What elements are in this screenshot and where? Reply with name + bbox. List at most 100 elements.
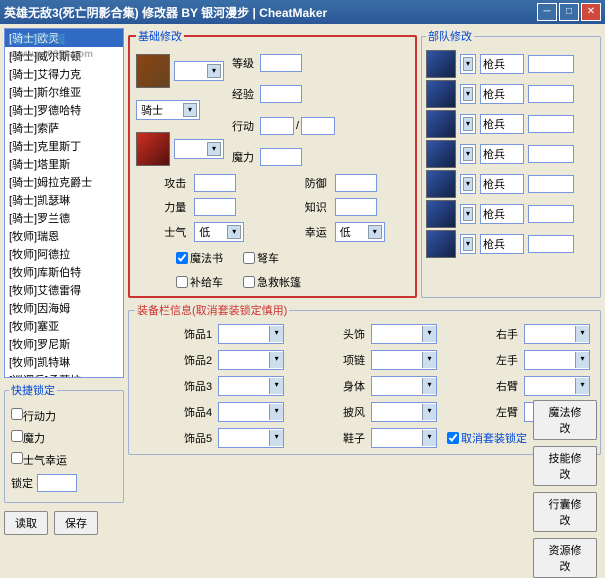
attack-input[interactable] xyxy=(194,174,236,192)
troop-icon xyxy=(426,80,456,108)
equip-combo[interactable]: ▾ xyxy=(218,376,284,396)
hero-list-item[interactable]: [巡逻兵]孟菲拉 xyxy=(5,371,123,378)
exp-input[interactable] xyxy=(260,85,302,103)
hero-list[interactable]: [骑士]欧灵[骑士]威尔斯顿[骑士]艾得力克[骑士]斯尔维亚[骑士]罗德哈特[骑… xyxy=(4,28,124,378)
minimize-button[interactable]: ─ xyxy=(537,3,557,21)
crossbow-check[interactable]: 弩车 xyxy=(243,250,279,266)
troop-dropdown[interactable]: ▾ xyxy=(460,54,476,74)
class-dropdown[interactable]: 骑士▾ xyxy=(136,100,200,120)
magic-input[interactable] xyxy=(260,148,302,166)
action-cur-input[interactable] xyxy=(260,117,294,135)
hero-list-item[interactable]: [骑士]索萨 xyxy=(5,119,123,137)
hero-list-item[interactable]: [牧师]塞亚 xyxy=(5,317,123,335)
troop-count-input[interactable] xyxy=(528,145,574,163)
load-button[interactable]: 读取 xyxy=(4,511,48,535)
troop-icon xyxy=(426,170,456,198)
equip-group: 装备栏信息(取消套装锁定慎用) 饰品1▾头饰▾右手▾饰品2▾项链▾左手▾饰品3▾… xyxy=(128,302,601,455)
troop-count-input[interactable] xyxy=(528,55,574,73)
equip-combo[interactable]: ▾ xyxy=(524,350,590,370)
equip-combo[interactable]: ▾ xyxy=(371,376,437,396)
troop-name: 枪兵 xyxy=(480,174,524,194)
troop-name: 枪兵 xyxy=(480,234,524,254)
quicklock-legend: 快捷锁定 xyxy=(9,382,57,398)
supply-check[interactable]: 补给车 xyxy=(176,274,223,290)
equip-combo[interactable]: ▾ xyxy=(218,402,284,422)
side-button[interactable]: 技能修改 xyxy=(533,446,597,486)
equip-combo[interactable]: ▾ xyxy=(371,350,437,370)
troop-icon xyxy=(426,140,456,168)
troop-icon xyxy=(426,50,456,78)
skill-dropdown[interactable]: ▾ xyxy=(174,139,224,159)
hero-list-item[interactable]: [牧师]瑞恩 xyxy=(5,227,123,245)
luck-dropdown[interactable]: 低▾ xyxy=(335,222,385,242)
hero-list-item[interactable]: [牧师]库斯伯特 xyxy=(5,263,123,281)
troop-dropdown[interactable]: ▾ xyxy=(460,114,476,134)
equip-combo[interactable]: ▾ xyxy=(371,428,437,448)
hero-list-item[interactable]: [骑士]塔里斯 xyxy=(5,155,123,173)
troop-dropdown[interactable]: ▾ xyxy=(460,204,476,224)
troop-dropdown[interactable]: ▾ xyxy=(460,234,476,254)
defense-input[interactable] xyxy=(335,174,377,192)
basic-legend: 基础修改 xyxy=(136,28,184,44)
hero-list-item[interactable]: [牧师]阿德拉 xyxy=(5,245,123,263)
troop-count-input[interactable] xyxy=(528,115,574,133)
troop-dropdown[interactable]: ▾ xyxy=(460,144,476,164)
troop-row: ▾枪兵 xyxy=(426,200,596,228)
skill-portrait xyxy=(136,132,170,166)
equip-combo[interactable]: ▾ xyxy=(524,324,590,344)
troop-count-input[interactable] xyxy=(528,175,574,193)
troop-row: ▾枪兵 xyxy=(426,170,596,198)
troop-count-input[interactable] xyxy=(528,235,574,253)
close-button[interactable]: ✕ xyxy=(581,3,601,21)
knowledge-input[interactable] xyxy=(335,198,377,216)
troop-count-input[interactable] xyxy=(528,85,574,103)
lock-morale-check[interactable]: 士气幸运 xyxy=(11,452,117,468)
troop-name: 枪兵 xyxy=(480,204,524,224)
hero-list-item[interactable]: [骑士]欧灵 xyxy=(5,29,123,47)
hero-list-item[interactable]: [骑士]威尔斯顿 xyxy=(5,47,123,65)
hero-list-item[interactable]: [牧师]艾德雷得 xyxy=(5,281,123,299)
morale-dropdown[interactable]: 低▾ xyxy=(194,222,244,242)
troop-count-input[interactable] xyxy=(528,205,574,223)
troop-dropdown[interactable]: ▾ xyxy=(460,174,476,194)
lock-action-check[interactable]: 行动力 xyxy=(11,408,117,424)
hero-list-item[interactable]: [牧师]凯特琳 xyxy=(5,353,123,371)
troop-name: 枪兵 xyxy=(480,54,524,74)
side-button[interactable]: 魔法修改 xyxy=(533,400,597,440)
portrait-dropdown[interactable]: ▾ xyxy=(174,61,224,81)
equip-combo[interactable]: ▾ xyxy=(524,376,590,396)
hero-list-item[interactable]: [骑士]罗兰德 xyxy=(5,209,123,227)
hero-list-item[interactable]: [骑士]姆拉克爵士 xyxy=(5,173,123,191)
hero-list-item[interactable]: [牧师]罗尼斯 xyxy=(5,335,123,353)
tent-check[interactable]: 急救帐篷 xyxy=(243,274,301,290)
titlebar: 英雄无敌3(死亡阴影合集) 修改器 BY 银河漫步 | CheatMaker ─… xyxy=(0,0,605,24)
hero-list-item[interactable]: [骑士]斯尔维亚 xyxy=(5,83,123,101)
hero-list-item[interactable]: [骑士]罗德哈特 xyxy=(5,101,123,119)
hero-list-item[interactable]: [骑士]艾得力克 xyxy=(5,65,123,83)
quicklock-group: 快捷锁定 行动力 魔力 士气幸运 锁定 xyxy=(4,382,124,503)
equip-legend: 装备栏信息(取消套装锁定慎用) xyxy=(135,302,289,318)
hero-list-item[interactable]: [骑士]凯瑟琳 xyxy=(5,191,123,209)
basic-group: 基础修改 ▾ 骑士▾ ▾ xyxy=(128,28,417,298)
troop-icon xyxy=(426,200,456,228)
side-button[interactable]: 资源修改 xyxy=(533,538,597,578)
hero-list-item[interactable]: [牧师]因海姆 xyxy=(5,299,123,317)
equip-combo[interactable]: ▾ xyxy=(218,428,284,448)
level-input[interactable] xyxy=(260,54,302,72)
spellbook-check[interactable]: 魔法书 xyxy=(176,250,223,266)
equip-combo[interactable]: ▾ xyxy=(371,402,437,422)
troop-icon xyxy=(426,110,456,138)
troop-dropdown[interactable]: ▾ xyxy=(460,84,476,104)
save-button[interactable]: 保存 xyxy=(54,511,98,535)
equip-combo[interactable]: ▾ xyxy=(218,324,284,344)
lock-input[interactable] xyxy=(37,474,77,492)
lock-magic-check[interactable]: 魔力 xyxy=(11,430,117,446)
power-input[interactable] xyxy=(194,198,236,216)
action-max-input[interactable] xyxy=(301,117,335,135)
equip-combo[interactable]: ▾ xyxy=(371,324,437,344)
equip-combo[interactable]: ▾ xyxy=(218,350,284,370)
hero-list-item[interactable]: [骑士]克里斯丁 xyxy=(5,137,123,155)
lock-row: 锁定 xyxy=(11,474,117,492)
maximize-button[interactable]: □ xyxy=(559,3,579,21)
side-button[interactable]: 行囊修改 xyxy=(533,492,597,532)
